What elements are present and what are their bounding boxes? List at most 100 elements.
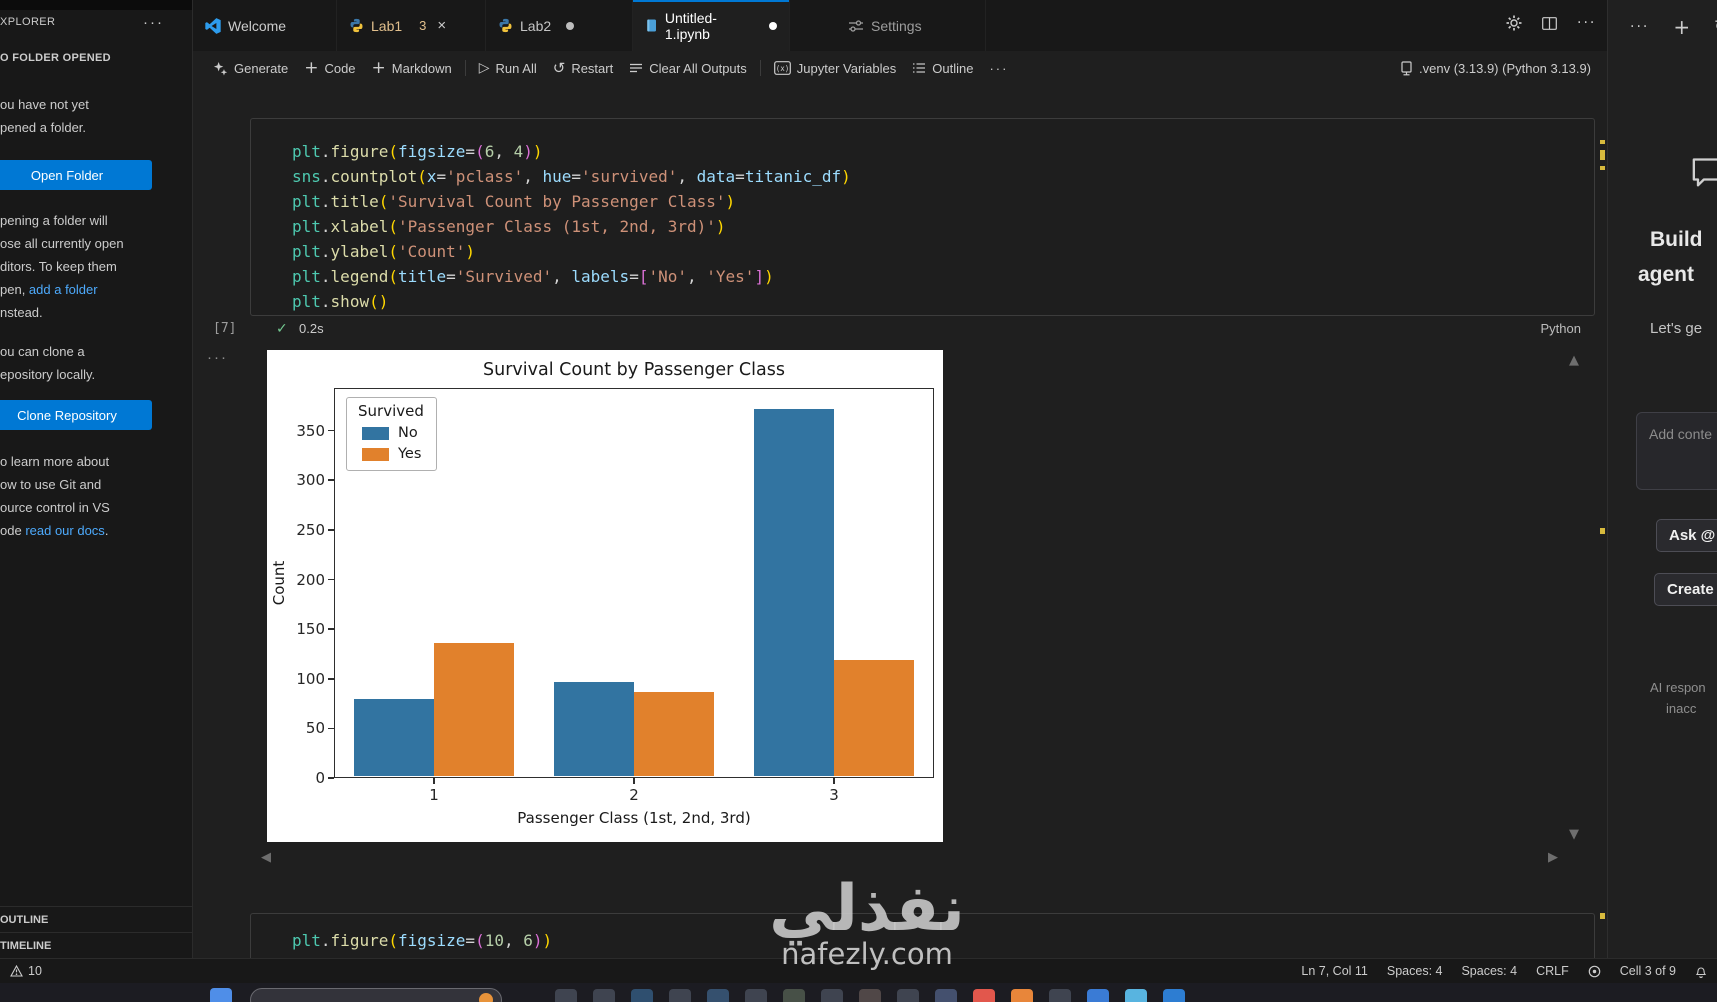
- toolbar-outline[interactable]: Outline: [904, 58, 981, 79]
- taskbar-app-icon[interactable]: [973, 989, 995, 1002]
- read-our-docs-link[interactable]: read our docs: [25, 523, 105, 538]
- tab-lab2[interactable]: Lab2: [486, 0, 633, 51]
- taskbar-app-icon[interactable]: [745, 989, 767, 1002]
- problems-count: 10: [28, 964, 42, 978]
- panel-more-icon[interactable]: ···: [1630, 19, 1649, 35]
- code-cell-2[interactable]: plt.figure(figsize=(10, 6)): [250, 913, 1595, 958]
- status-ports-icon[interactable]: [1588, 965, 1601, 978]
- toolbar-run-all[interactable]: ▷ Run All: [471, 57, 545, 79]
- y-tick-label: 200: [296, 570, 325, 589]
- code-cell-1[interactable]: plt.figure(figsize=(6, 4)) sns.countplot(…: [250, 118, 1595, 316]
- modified-dot-icon[interactable]: [769, 21, 777, 30]
- taskbar-search-box[interactable]: [250, 988, 502, 1002]
- taskbar-app-icon[interactable]: [897, 989, 919, 1002]
- scroll-down-icon[interactable]: ▼: [1569, 827, 1579, 842]
- x-tick-label: 3: [829, 786, 839, 804]
- toolbar-code[interactable]: + Code: [296, 58, 363, 79]
- toolbar-restart[interactable]: ↺ Restart: [545, 56, 621, 80]
- clone-repository-button[interactable]: Clone Repository: [0, 400, 152, 430]
- no-folder-opened-label: O FOLDER OPENED: [0, 52, 111, 64]
- copilot-panel: ··· + ↻ Build agent Let's ge Add conte A…: [1607, 0, 1717, 958]
- tab-lab1[interactable]: Lab1 3 ×: [337, 0, 486, 51]
- open-folder-button[interactable]: Open Folder: [0, 160, 152, 190]
- toolbar-clear-all-outputs[interactable]: Clear All Outputs: [621, 58, 755, 79]
- toolbar-item-label: Run All: [495, 60, 537, 76]
- add-a-folder-link[interactable]: add a folder: [29, 282, 98, 297]
- legend-swatch: [362, 426, 389, 440]
- toolbar-generate[interactable]: Generate: [205, 58, 296, 79]
- y-tick-mark: [328, 777, 334, 779]
- notebook-toolbar: Generate + Code + Markdown ▷ Run All ↺ Restart Cl…: [193, 51, 1607, 85]
- tab-welcome[interactable]: Welcome: [193, 0, 337, 51]
- taskbar-app-icon[interactable]: [935, 989, 957, 1002]
- split-editor-icon[interactable]: [1542, 16, 1557, 30]
- modified-dot-icon[interactable]: [566, 21, 575, 30]
- collapse-output-icon[interactable]: ◀: [261, 850, 271, 865]
- x-tick-mark: [833, 778, 835, 784]
- add-context-box[interactable]: Add conte: [1636, 412, 1717, 490]
- chart-bar-yes-class1: [434, 643, 514, 777]
- x-tick-label: 1: [429, 786, 439, 804]
- cell-language-picker[interactable]: Python: [1541, 321, 1581, 336]
- y-tick-mark: [328, 628, 334, 630]
- panel-heading-line1: Build: [1650, 228, 1703, 251]
- toolbar-markdown[interactable]: + Markdown: [364, 58, 460, 79]
- chart-xlabel: Passenger Class (1st, 2nd, 3rd): [517, 809, 751, 827]
- status-spaces-4[interactable]: Spaces: 4: [1387, 964, 1443, 978]
- sidebar-paragraph: pen, add a folder nstead.: [0, 282, 98, 320]
- ask-button[interactable]: Ask @: [1656, 519, 1717, 552]
- y-tick-label: 50: [305, 719, 325, 738]
- taskbar-app-icon[interactable]: [1087, 989, 1109, 1002]
- scroll-right-icon[interactable]: ▶: [1548, 850, 1558, 865]
- code-area-1[interactable]: plt.figure(figsize=(6, 4)) sns.countplot(…: [292, 139, 851, 314]
- timeline-section-header[interactable]: TIMELINE: [0, 932, 192, 958]
- tab-untitled-1-ipynb[interactable]: Untitled-1.ipynb: [633, 0, 790, 51]
- more-actions-icon[interactable]: ···: [1577, 15, 1596, 31]
- scroll-up-icon[interactable]: ▲: [1569, 353, 1579, 368]
- toolbar-more[interactable]: ···: [981, 58, 1016, 79]
- outline-section-header[interactable]: OUTLINE: [0, 906, 192, 932]
- taskbar-app-icon[interactable]: [707, 989, 729, 1002]
- taskbar-app-icon[interactable]: [631, 989, 653, 1002]
- kernel-picker[interactable]: .venv (3.13.9) (Python 3.13.9): [1400, 61, 1595, 76]
- create-button[interactable]: Create: [1654, 573, 1717, 606]
- vscode-logo-icon: [205, 17, 221, 34]
- taskbar-start-icon[interactable]: [210, 988, 232, 1002]
- taskbar-app-icon[interactable]: [859, 989, 881, 1002]
- toolbar-item-label: Code: [324, 60, 356, 76]
- taskbar-app-icon[interactable]: [783, 989, 805, 1002]
- taskbar-app-icon[interactable]: [593, 989, 615, 1002]
- y-tick-mark: [328, 529, 334, 531]
- toolbar-item-label: Restart: [571, 60, 614, 76]
- y-tick-label: 350: [296, 421, 325, 440]
- explorer-more-icon[interactable]: ···: [143, 14, 164, 31]
- restart-icon: ↺: [552, 59, 566, 77]
- status-ln-7-col-11[interactable]: Ln 7, Col 11: [1301, 964, 1367, 978]
- problems-indicator[interactable]: 10: [0, 964, 42, 978]
- tab-settings[interactable]: Settings: [790, 0, 986, 51]
- toolbar-item-label: Outline: [932, 60, 974, 76]
- taskbar-app-icon[interactable]: [1163, 989, 1185, 1002]
- taskbar-app-icon[interactable]: [1125, 989, 1147, 1002]
- new-chat-icon[interactable]: +: [1673, 15, 1690, 39]
- status-spaces-4[interactable]: Spaces: 4: [1461, 964, 1517, 978]
- gear-icon[interactable]: [1506, 15, 1522, 31]
- taskbar-app-icon[interactable]: [1049, 989, 1071, 1002]
- output-options-icon[interactable]: ···: [207, 349, 228, 366]
- y-tick-mark: [328, 429, 334, 432]
- toolbar-item-label: Markdown: [391, 60, 452, 76]
- status-crlf[interactable]: CRLF: [1536, 964, 1569, 978]
- sidebar-paragraph: ou have not yet pened a folder.: [0, 93, 185, 139]
- taskbar-app-icon[interactable]: [555, 989, 577, 1002]
- toolbar-jupyter-variables[interactable]: (x) Jupyter Variables: [766, 58, 904, 79]
- taskbar-app-icon[interactable]: [1011, 989, 1033, 1002]
- taskbar-app-icon[interactable]: [669, 989, 691, 1002]
- taskbar-app-icon[interactable]: [821, 989, 843, 1002]
- status-bell-icon[interactable]: [1695, 965, 1707, 978]
- code-area-2[interactable]: plt.figure(figsize=(10, 6)): [292, 928, 552, 953]
- y-tick-mark: [328, 677, 334, 680]
- overview-ruler-mark: [1600, 166, 1605, 170]
- settings-sliders-icon: [849, 19, 863, 32]
- status-cell-3-of-9[interactable]: Cell 3 of 9: [1620, 964, 1676, 978]
- close-tab-icon[interactable]: ×: [437, 17, 446, 34]
